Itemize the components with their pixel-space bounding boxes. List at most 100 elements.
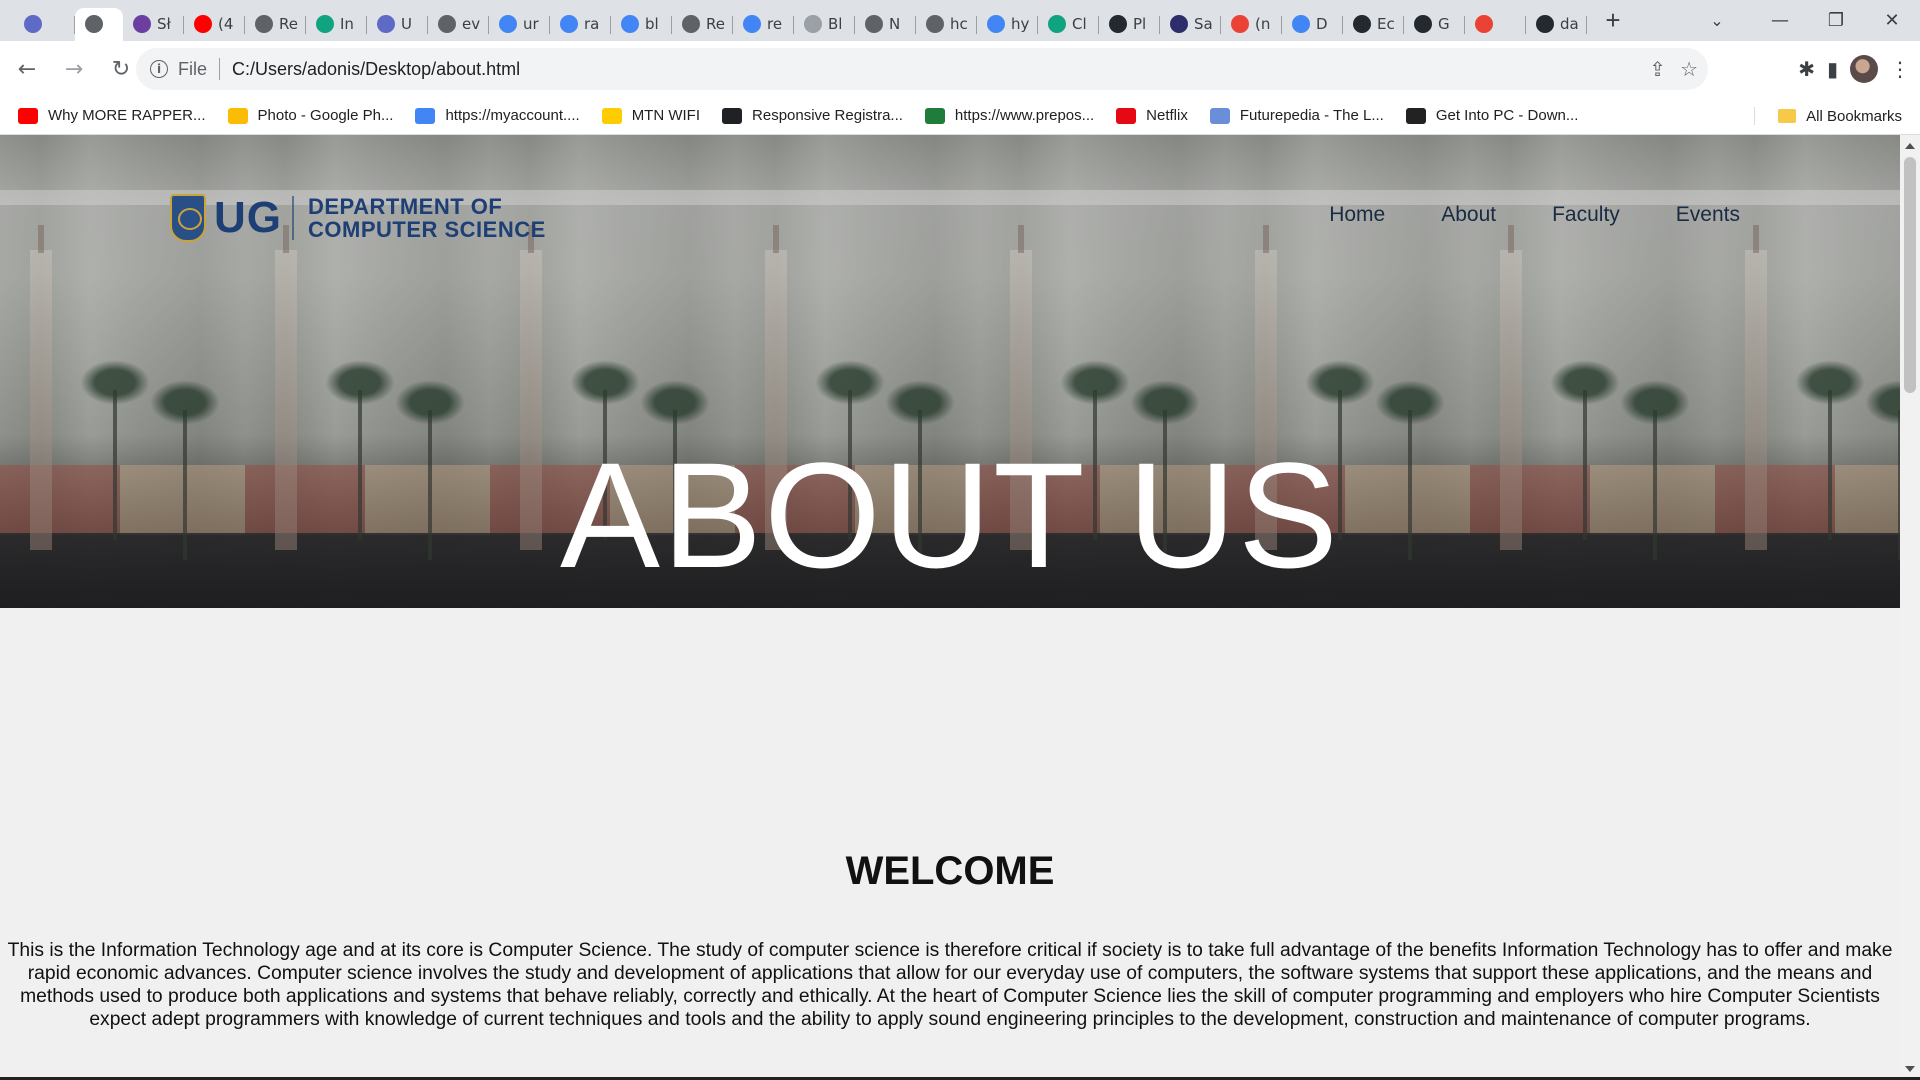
browser-tab[interactable]: Bl (794, 8, 855, 41)
site-info-icon[interactable]: i (150, 60, 168, 78)
browser-tab[interactable]: Sł (123, 8, 184, 41)
browser-tab[interactable]: re (733, 8, 794, 41)
bookmark-item[interactable]: Netflix (1116, 107, 1188, 124)
browser-menu-icon[interactable]: ⋮ (1890, 57, 1910, 81)
globe-icon (722, 107, 743, 124)
tab-title: (n (1255, 15, 1271, 33)
bookmark-label: Futurepedia - The L... (1239, 107, 1384, 124)
bookmark-item[interactable]: MTN WIFI (601, 107, 701, 124)
nav-events[interactable]: Events (1676, 203, 1740, 227)
browser-tab[interactable]: ur (489, 8, 550, 41)
tab-title: In (340, 15, 354, 33)
netflix-icon (1116, 107, 1137, 124)
tab-title: Pl (1133, 15, 1147, 33)
tab-title: Re (706, 15, 725, 33)
site-nav: Home About Faculty Events (1329, 203, 1740, 227)
bookmark-item[interactable]: Futurepedia - The L... (1209, 107, 1384, 124)
reload-button[interactable]: ↻ (101, 49, 141, 89)
browser-tab[interactable]: Re (245, 8, 306, 41)
browser-tab[interactable]: Re (672, 8, 733, 41)
bookmark-label: MTN WIFI (631, 107, 701, 124)
nav-about[interactable]: About (1441, 203, 1496, 227)
nav-home[interactable]: Home (1329, 203, 1385, 227)
all-bookmarks-button[interactable]: All Bookmarks (1754, 97, 1902, 135)
tab-title: Cl (1072, 15, 1087, 33)
browser-tab[interactable]: Sa (1160, 8, 1221, 41)
browser-tab[interactable]: hc (916, 8, 977, 41)
browser-tab[interactable]: Pl (1099, 8, 1160, 41)
share-icon[interactable]: ⇪ (1649, 57, 1666, 81)
ug-crest-icon (170, 194, 206, 242)
bookmark-item[interactable]: https://myaccount.... (415, 107, 580, 124)
tab-title: Sł (157, 15, 171, 33)
scroll-thumb[interactable] (1904, 157, 1916, 393)
browser-tab[interactable]: ev (428, 8, 489, 41)
back-button[interactable]: ← (7, 49, 47, 89)
url-text[interactable]: C:/Users/adonis/Desktop/about.html (232, 59, 520, 80)
browser-tab[interactable] (1465, 8, 1526, 41)
bookmark-item[interactable]: Why MORE RAPPER... (18, 107, 206, 124)
globe-icon (255, 15, 273, 33)
browser-tab[interactable]: Cl (1038, 8, 1099, 41)
tab-search-button[interactable]: ⌄ (1700, 4, 1734, 38)
nav-faculty[interactable]: Faculty (1552, 203, 1620, 227)
tab-title: hy (1011, 15, 1030, 33)
github-icon (1353, 15, 1371, 33)
browser-tab[interactable]: In (306, 8, 367, 41)
extensions-icon[interactable]: ✱ (1798, 57, 1815, 81)
site-logo[interactable]: UG DEPARTMENT OF COMPUTER SCIENCE (170, 193, 546, 243)
page-scrollbar[interactable] (1900, 135, 1920, 1080)
bookmark-item[interactable]: Photo - Google Ph... (227, 107, 394, 124)
tab-title: N (889, 15, 901, 33)
hero-banner: UG DEPARTMENT OF COMPUTER SCIENCE Home A… (0, 135, 1900, 608)
browser-tab[interactable]: N (855, 8, 916, 41)
futurepedia-icon (1209, 107, 1230, 124)
browser-tab[interactable]: Ec (1343, 8, 1404, 41)
wave-icon (377, 15, 395, 33)
browser-chrome: Sł (4 Re In Uev ur ra bl Re re Bl Nhc hy Cl Pl Sa (n D Ec G… (0, 0, 1920, 135)
scroll-up-arrow[interactable] (1905, 143, 1915, 149)
browser-tab[interactable]: da (1526, 8, 1587, 41)
crest-icon (1170, 15, 1188, 33)
forward-button[interactable]: → (54, 49, 94, 89)
window-controls: — ❐ ✕ (1752, 0, 1920, 41)
browser-tab[interactable] (75, 7, 123, 41)
photos-icon (227, 107, 248, 124)
department-line-1: DEPARTMENT OF (308, 194, 503, 219)
tab-title: Ec (1377, 15, 1395, 33)
page-viewport: UG DEPARTMENT OF COMPUTER SCIENCE Home A… (0, 135, 1900, 1080)
tab-title: bl (645, 15, 659, 33)
youtube-icon (194, 15, 212, 33)
new-tab-button[interactable]: + (1595, 3, 1631, 39)
google-icon (743, 15, 761, 33)
tab-title: ev (462, 15, 481, 33)
browser-tab[interactable]: G (1404, 8, 1465, 41)
omnibox-actions: ⇪ ☆ (1649, 48, 1698, 90)
restore-button[interactable]: ❐ (1808, 0, 1864, 41)
tab-title: hc (950, 15, 968, 33)
tab-title: (4 (218, 15, 234, 33)
minimize-button[interactable]: — (1752, 0, 1808, 41)
bookmark-item[interactable]: Responsive Registra... (722, 107, 903, 124)
gmail-icon (1475, 15, 1493, 33)
profile-avatar[interactable] (1850, 55, 1878, 83)
side-panel-icon[interactable]: ▮ (1827, 57, 1838, 81)
close-window-button[interactable]: ✕ (1864, 0, 1920, 41)
bookmark-label: Photo - Google Ph... (257, 107, 394, 124)
address-bar[interactable]: i File C:/Users/adonis/Desktop/about.htm… (136, 48, 1708, 90)
browser-tab[interactable]: (n (1221, 8, 1282, 41)
bookmark-star-icon[interactable]: ☆ (1680, 57, 1698, 81)
mtn-icon (601, 107, 622, 124)
browser-tab[interactable]: (4 (184, 8, 245, 41)
browser-tab[interactable]: hy (977, 8, 1038, 41)
bookmark-item[interactable]: https://www.prepos... (924, 107, 1094, 124)
scroll-down-arrow[interactable] (1905, 1066, 1915, 1072)
welcome-paragraph: This is the Information Technology age a… (7, 940, 1893, 1030)
browser-tab[interactable]: ra (550, 8, 611, 41)
globe-icon (926, 15, 944, 33)
bookmark-item[interactable]: Get Into PC - Down... (1405, 107, 1578, 124)
browser-tab[interactable] (14, 8, 75, 41)
browser-tab[interactable]: bl (611, 8, 672, 41)
browser-tab[interactable]: D (1282, 8, 1343, 41)
browser-tab[interactable]: U (367, 8, 428, 41)
